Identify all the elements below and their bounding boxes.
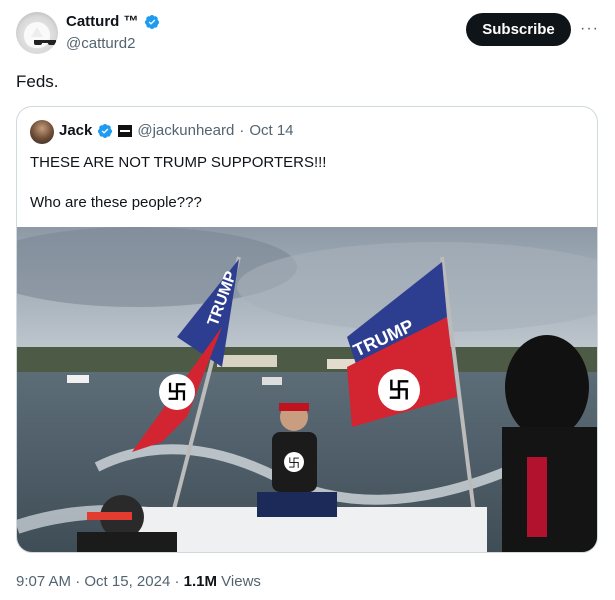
tweet-text: Feds. — [16, 72, 59, 91]
verified-badge-icon — [98, 123, 113, 138]
cat-avatar-icon — [24, 22, 56, 48]
svg-text:卐: 卐 — [388, 379, 410, 404]
verified-badge-icon — [144, 14, 159, 29]
author-name-row: Catturd ™ — [66, 13, 160, 30]
author-handle[interactable]: @catturd2 — [66, 35, 135, 52]
tweet-photo[interactable]: TRUMP 卐 TRUMP 卐 卐 — [17, 227, 597, 553]
quoted-tweet-text: THESE ARE NOT TRUMP SUPPORTERS!!! Who ar… — [30, 153, 326, 213]
tweet-date[interactable]: Oct 15, 2024 — [84, 573, 170, 590]
quoted-text-line1: THESE ARE NOT TRUMP SUPPORTERS!!! — [30, 154, 327, 171]
person-right — [502, 335, 597, 552]
quoted-author-avatar[interactable] — [30, 120, 54, 144]
views-label: Views — [221, 573, 261, 590]
quoted-author-name[interactable]: Jack — [59, 122, 92, 139]
views-count[interactable]: 1.1M — [184, 573, 217, 590]
quoted-tweet-header: Jack @jackunheard · Oct 14 — [59, 122, 294, 139]
svg-text:卐: 卐 — [288, 456, 300, 470]
author-avatar[interactable] — [16, 12, 58, 54]
quoted-author-handle[interactable]: @jackunheard — [137, 122, 234, 139]
footer-separator: · — [75, 573, 81, 590]
author-display-name[interactable]: Catturd ™ — [66, 13, 139, 30]
quoted-date[interactable]: Oct 14 — [249, 122, 293, 139]
quoted-text-line2: Who are these people??? — [30, 194, 202, 211]
quoted-separator: · — [239, 122, 245, 139]
tweet-time[interactable]: 9:07 AM — [16, 573, 71, 590]
svg-text:卐: 卐 — [167, 380, 187, 404]
affiliation-badge-icon — [118, 124, 133, 137]
more-options-icon[interactable]: ··· — [580, 20, 599, 38]
footer-separator: · — [174, 573, 180, 590]
subscribe-button[interactable]: Subscribe — [466, 13, 571, 46]
tweet-footer: 9:07 AM · Oct 15, 2024 · 1.1M Views — [16, 573, 261, 590]
quoted-tweet-card[interactable]: Jack @jackunheard · Oct 14 THESE ARE NOT… — [16, 106, 598, 553]
